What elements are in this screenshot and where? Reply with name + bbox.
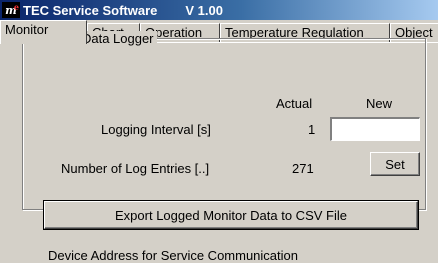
app-logo-superscript: e — [13, 2, 19, 12]
set-button[interactable]: Set — [370, 152, 420, 176]
export-csv-button[interactable]: Export Logged Monitor Data to CSV File — [43, 200, 419, 230]
logging-interval-actual: 1 — [308, 122, 316, 137]
logging-interval-label: Logging Interval [s] — [101, 122, 211, 137]
column-header-new: New — [366, 96, 393, 111]
log-entries-actual: 271 — [292, 161, 314, 176]
column-header-actual: Actual — [276, 96, 313, 111]
log-entries-label: Number of Log Entries [..] — [61, 161, 210, 176]
next-group-title: Device Address for Service Communication — [48, 248, 298, 263]
title-bar: m e TEC Service Software V 1.00 — [0, 0, 438, 20]
tab-monitor[interactable]: Monitor — [0, 20, 87, 44]
window-version: V 1.00 — [185, 2, 223, 18]
window-title: TEC Service Software — [23, 2, 158, 18]
logging-interval-input[interactable] — [330, 117, 420, 141]
app-logo-icon: m e — [2, 2, 20, 18]
